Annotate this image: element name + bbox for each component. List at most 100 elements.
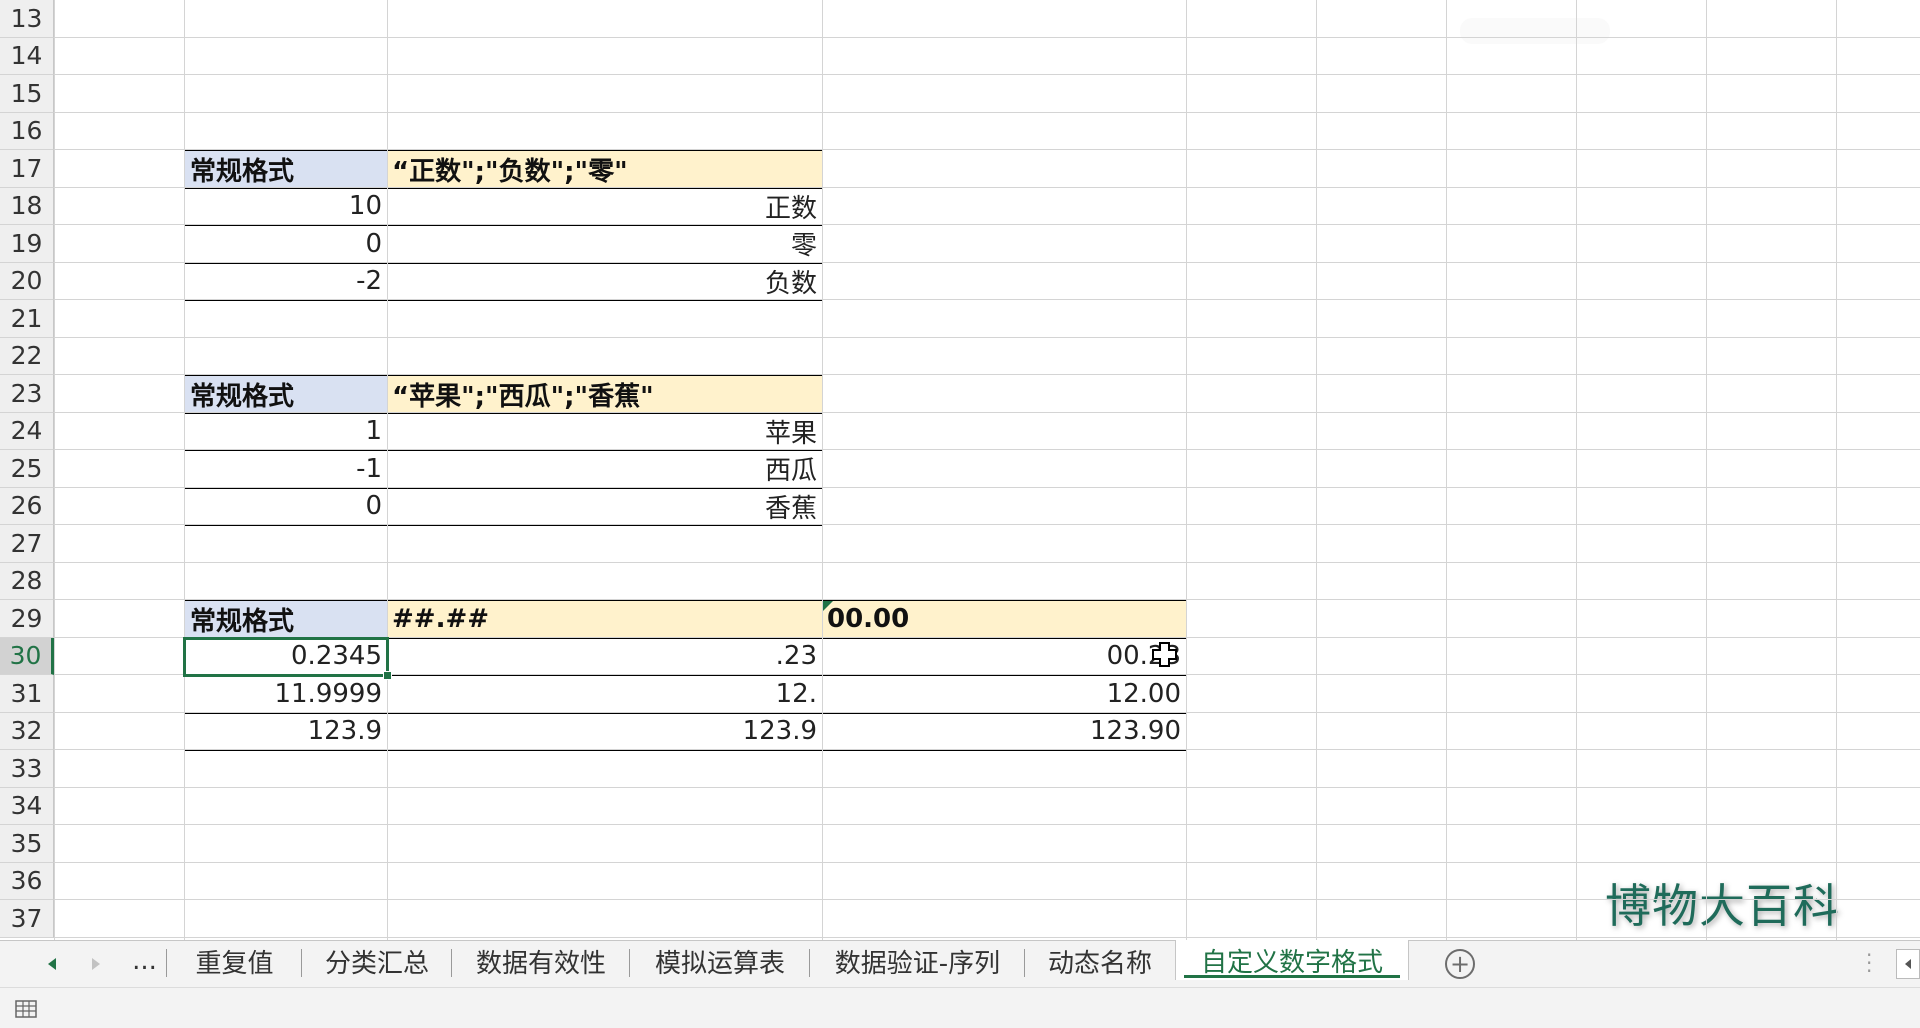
- sheet-tab-label: 重复值: [195, 948, 274, 979]
- status-bar: [0, 987, 1920, 1028]
- row-header-24[interactable]: 24: [0, 412, 54, 450]
- row-header-31[interactable]: 31: [0, 675, 54, 713]
- sheet-tab-label: 模拟运算表: [654, 948, 785, 979]
- table3-header-cell[interactable]: ##.##: [387, 600, 823, 639]
- column-gridline: [1836, 0, 1837, 940]
- table1-data-cell[interactable]: 0: [184, 225, 388, 264]
- row-header-22[interactable]: 22: [0, 337, 54, 375]
- column-gridline: [54, 0, 55, 940]
- table2-data-cell[interactable]: 香蕉: [387, 487, 823, 526]
- sheet-tab-label: 自定义数字格式: [1200, 947, 1383, 978]
- plus-icon: +: [1449, 950, 1471, 978]
- table3-data-cell[interactable]: 12.00: [822, 675, 1187, 714]
- row-gridline: [0, 74, 1920, 75]
- row-gridline: [0, 486, 1920, 488]
- row-header-34[interactable]: 34: [0, 787, 54, 825]
- row-header-27[interactable]: 27: [0, 525, 54, 563]
- row-header-36[interactable]: 36: [0, 862, 54, 900]
- row-header-25[interactable]: 25: [0, 450, 54, 488]
- table3-data-cell[interactable]: 12.: [387, 675, 823, 714]
- row-header-13[interactable]: 13: [0, 0, 54, 38]
- table1-data-cell[interactable]: 零: [387, 225, 823, 264]
- table2-header-cell[interactable]: “苹果";"西瓜";"香蕉": [387, 375, 823, 414]
- sheet-tab-label: 动态名称: [1047, 948, 1152, 979]
- row-header-15[interactable]: 15: [0, 75, 54, 113]
- active-cell-selection[interactable]: [183, 636, 389, 677]
- table3-header-cell[interactable]: 00.00: [822, 600, 1187, 639]
- table3-data-cell[interactable]: 123.9: [387, 712, 823, 751]
- sheet-tab[interactable]: 自定义数字格式: [1175, 940, 1409, 980]
- more-sheets-ellipsis[interactable]: ...: [122, 941, 167, 981]
- add-sheet-button[interactable]: +: [1445, 949, 1475, 979]
- table3-data-cell[interactable]: 00.23: [822, 637, 1187, 676]
- column-gridline: [184, 0, 185, 940]
- row-header-21[interactable]: 21: [0, 300, 54, 338]
- column-gridline: [387, 0, 388, 940]
- row-header-20[interactable]: 20: [0, 262, 54, 300]
- row-header-16[interactable]: 16: [0, 112, 54, 150]
- table1-data-cell[interactable]: 10: [184, 187, 388, 226]
- row-gridline: [0, 374, 1920, 375]
- table1-header-cell[interactable]: “正数";"负数";"零": [387, 150, 823, 189]
- column-gridline: [1446, 0, 1447, 940]
- row-gridline: [0, 824, 1920, 825]
- row-gridline: [0, 524, 1920, 525]
- row-header-35[interactable]: 35: [0, 825, 54, 863]
- table2-data-cell[interactable]: 苹果: [387, 412, 823, 451]
- row-header-30[interactable]: 30: [0, 637, 54, 675]
- table3-data-cell[interactable]: 123.9: [184, 712, 388, 751]
- row-header-17[interactable]: 17: [0, 150, 54, 188]
- row-gridline: [0, 561, 1920, 563]
- row-gridline: [0, 449, 1920, 450]
- row-header-19[interactable]: 19: [0, 225, 54, 263]
- scroll-left-arrow-icon: [1905, 959, 1911, 969]
- table2-data-cell[interactable]: -1: [184, 450, 388, 489]
- table1-data-cell[interactable]: 负数: [387, 262, 823, 301]
- row-gridline: [0, 861, 1920, 863]
- row-gridline: [0, 936, 1920, 938]
- sheet-tab[interactable]: 数据验证-序列: [810, 941, 1025, 981]
- row-header-33[interactable]: 33: [0, 750, 54, 788]
- row-header-26[interactable]: 26: [0, 487, 54, 525]
- table3-data-cell[interactable]: .23: [387, 637, 823, 676]
- column-gridline: [1576, 0, 1577, 940]
- table2-data-cell[interactable]: 0: [184, 487, 388, 526]
- next-sheet-button[interactable]: [82, 941, 110, 987]
- row-gridline: [0, 786, 1920, 788]
- fill-handle[interactable]: [383, 671, 392, 680]
- table2-data-cell[interactable]: 西瓜: [387, 450, 823, 489]
- row-header-28[interactable]: 28: [0, 562, 54, 600]
- horizontal-scroll-left-button[interactable]: [1896, 949, 1920, 979]
- row-header-14[interactable]: 14: [0, 37, 54, 75]
- row-header-37[interactable]: 37: [0, 900, 54, 938]
- sheet-tab[interactable]: 数据有效性: [452, 941, 630, 981]
- row-header-23[interactable]: 23: [0, 375, 54, 413]
- sheet-tab[interactable]: 模拟运算表: [630, 941, 810, 981]
- sheet-status-icon[interactable]: [14, 998, 38, 1020]
- row-gridline: [0, 336, 1920, 338]
- row-gridline: [0, 749, 1920, 750]
- table3-header-cell[interactable]: 常规格式: [184, 600, 388, 639]
- row-header-29[interactable]: 29: [0, 600, 54, 638]
- row-header-18[interactable]: 18: [0, 187, 54, 225]
- sheet-tab[interactable]: 分类汇总: [302, 941, 452, 981]
- table2-data-cell[interactable]: 1: [184, 412, 388, 451]
- table3-data-cell[interactable]: 123.90: [822, 712, 1187, 751]
- table3-data-cell[interactable]: 11.9999: [184, 675, 388, 714]
- column-gridline: [1706, 0, 1707, 940]
- worksheet-grid[interactable]: 常规格式 “正数";"负数";"零" 10 正数 0 零 -2 负数 常规格式 “苹果";"西瓜"…: [0, 0, 1920, 940]
- move-cursor-icon: [1152, 642, 1177, 667]
- sheet-tab[interactable]: 重复值: [167, 941, 302, 981]
- tab-splitter-handle[interactable]: · · ·: [1866, 945, 1872, 981]
- prev-sheet-button[interactable]: [38, 941, 66, 987]
- row-gridline: [0, 111, 1920, 113]
- table1-data-cell[interactable]: 正数: [387, 187, 823, 226]
- row-header-32[interactable]: 32: [0, 712, 54, 750]
- table1-header-cell[interactable]: 常规格式: [184, 150, 388, 189]
- table1-data-cell[interactable]: -2: [184, 262, 388, 301]
- row-gridline: [0, 899, 1920, 900]
- sheet-tab[interactable]: 动态名称: [1025, 941, 1175, 981]
- table2-header-cell[interactable]: 常规格式: [184, 375, 388, 414]
- sheet-tab-label: 数据有效性: [475, 948, 606, 979]
- row-gridline: [0, 224, 1920, 225]
